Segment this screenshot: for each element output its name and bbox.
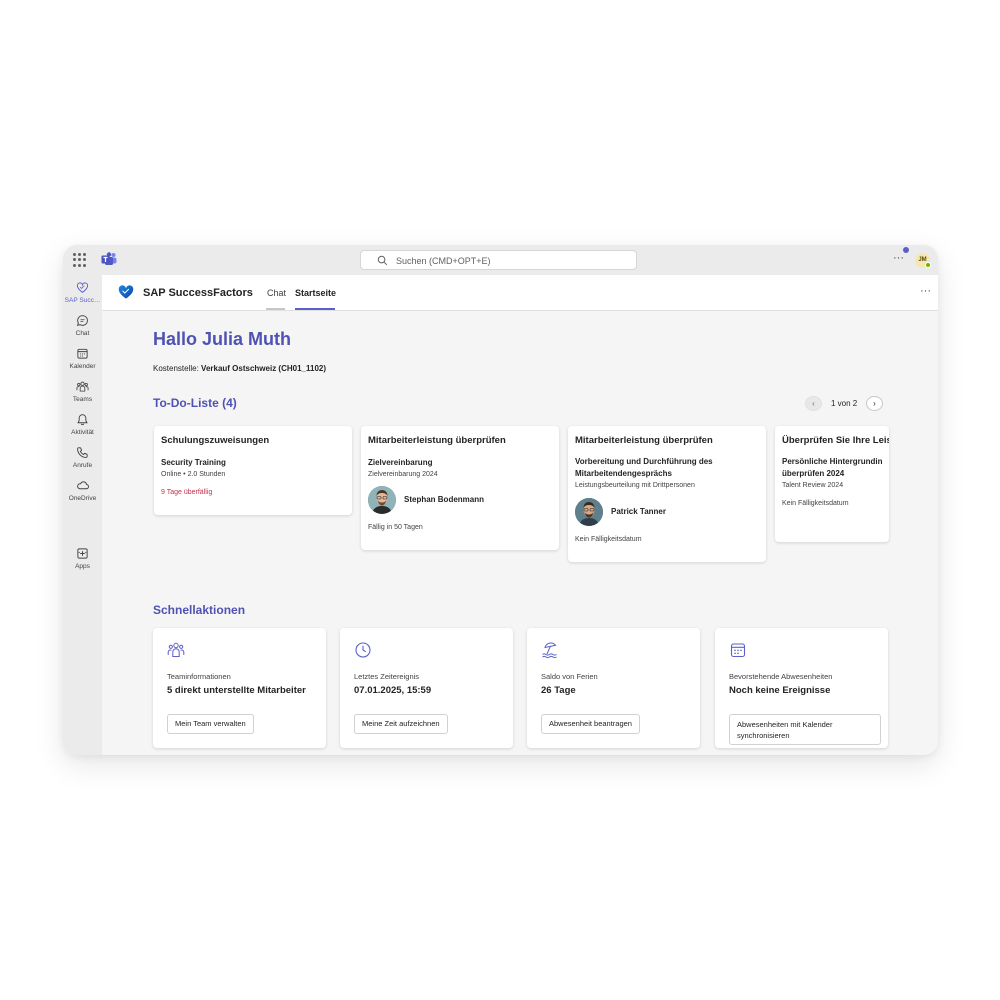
quick-card-vacation: Saldo von Ferien 26 Tage Abwesenheit bea… xyxy=(527,628,700,748)
rail-item-chat[interactable]: Chat xyxy=(63,314,102,337)
more-options-icon[interactable]: ··· xyxy=(920,285,931,297)
tab-active-indicator xyxy=(295,308,335,310)
rail-item-apps[interactable]: Apps xyxy=(63,547,102,570)
todo-card-performance-1[interactable]: Mitarbeiterleistung überprüfen Zielverei… xyxy=(361,426,559,550)
rail-item-sap-successfactors[interactable]: SAP Succ… xyxy=(63,281,102,304)
card-subtitle-line2: Mitarbeitendengesprächs xyxy=(575,469,672,478)
quick-card-label: Bevorstehende Abwesenheiten xyxy=(729,672,833,681)
next-page-button[interactable]: › xyxy=(866,396,883,411)
cost-center-label: Kostenstelle: xyxy=(153,364,199,373)
todo-card-training[interactable]: Schulungszuweisungen Security Training O… xyxy=(154,426,352,515)
rail-item-label: Chat xyxy=(75,330,90,337)
teams-logo-icon xyxy=(101,252,117,265)
card-meta: Zielvereinbarung 2024 xyxy=(368,471,438,478)
search-input[interactable]: Suchen (CMD+OPT+E) xyxy=(360,250,637,270)
request-absence-button[interactable]: Abwesenheit beantragen xyxy=(541,714,640,734)
cost-center: Kostenstelle: Verkauf Ostschweiz (CH01_1… xyxy=(153,364,326,373)
record-time-button[interactable]: Meine Zeit aufzeichnen xyxy=(354,714,448,734)
sync-calendar-button[interactable]: Abwesenheiten mit Kalender synchronisier… xyxy=(729,714,881,745)
add-apps-icon xyxy=(77,548,88,559)
teams-people-icon xyxy=(76,381,89,392)
due-status: Fällig in 50 Tagen xyxy=(368,524,423,531)
tab-chat-indicator xyxy=(266,308,285,310)
quick-card-value: 07.01.2025, 15:59 xyxy=(354,685,432,696)
quick-card-value: Noch keine Ereignisse xyxy=(729,685,831,696)
previous-page-button[interactable]: ‹ xyxy=(805,396,822,411)
todo-section-title: To-Do-Liste (4) xyxy=(153,396,237,410)
search-placeholder: Suchen (CMD+OPT+E) xyxy=(396,256,491,266)
card-subtitle-line1: Persönliche Hintergrundin xyxy=(782,457,883,466)
calendar-icon xyxy=(730,643,746,658)
quick-card-team: Teaminformationen 5 direkt unterstellte … xyxy=(153,628,326,748)
todo-pager: ‹ 1 von 2 › xyxy=(805,396,885,412)
quick-card-time: Letztes Zeitereignis 07.01.2025, 15:59 M… xyxy=(340,628,513,748)
quick-card-value: 5 direkt unterstellte Mitarbeiter xyxy=(167,685,306,696)
search-icon xyxy=(377,255,388,266)
app-rail: SAP Succ… Chat Kalender Teams Aktivität … xyxy=(63,275,102,755)
quick-card-label: Teaminformationen xyxy=(167,672,231,681)
chat-icon xyxy=(77,315,88,326)
heart-icon xyxy=(76,282,89,293)
rail-item-label: OneDrive xyxy=(68,495,97,502)
card-subtitle-line1: Vorbereitung und Durchführung des xyxy=(575,457,713,466)
overdue-status: 9 Tage überfällig xyxy=(161,489,213,496)
clock-icon xyxy=(355,642,371,658)
rail-item-onedrive[interactable]: OneDrive xyxy=(63,479,102,502)
card-subtitle: Zielvereinbarung xyxy=(368,458,433,467)
card-title: Schulungszuweisungen xyxy=(161,435,270,446)
rail-item-label: Anrufe xyxy=(72,462,93,469)
page-title: Hallo Julia Muth xyxy=(153,329,292,349)
avatar xyxy=(368,486,396,514)
rail-item-teams[interactable]: Teams xyxy=(63,380,102,403)
quick-actions-title: Schnellaktionen xyxy=(153,603,246,617)
calendar-icon xyxy=(77,348,88,359)
rail-item-activity[interactable]: Aktivität xyxy=(63,413,102,436)
rail-item-calls[interactable]: Anrufe xyxy=(63,446,102,469)
rail-item-label: Apps xyxy=(75,563,90,570)
due-status: Kein Fälligkeitsdatum xyxy=(575,536,642,543)
title-bar: Suchen (CMD+OPT+E) ··· JM xyxy=(63,245,938,275)
rail-item-label: Kalender xyxy=(69,363,96,370)
beach-umbrella-icon xyxy=(542,642,557,659)
app-header: SAP SuccessFactors Chat Startseite ··· xyxy=(102,275,938,311)
card-meta: Online • 2.0 Stunden xyxy=(161,471,226,478)
card-title: Mitarbeiterleistung überprüfen xyxy=(575,435,713,446)
quick-card-absences: Bevorstehende Abwesenheiten Noch keine E… xyxy=(715,628,888,748)
card-subtitle: Security Training xyxy=(161,458,226,467)
presence-available-icon xyxy=(925,262,931,268)
app-launcher-icon[interactable] xyxy=(73,253,87,267)
todo-card-talent-review[interactable]: Überprüfen Sie Ihre Leis Persönliche Hin… xyxy=(775,426,889,542)
due-status: Kein Fälligkeitsdatum xyxy=(782,500,849,507)
manage-team-button[interactable]: Mein Team verwalten xyxy=(167,714,254,734)
tab-startseite[interactable]: Startseite xyxy=(295,288,336,298)
teams-window: Suchen (CMD+OPT+E) ··· JM SAP Succ… Chat… xyxy=(63,245,938,755)
tab-chat[interactable]: Chat xyxy=(267,288,286,298)
card-meta: Talent Review 2024 xyxy=(782,482,844,489)
phone-icon xyxy=(77,447,88,458)
bell-icon xyxy=(77,414,88,426)
todo-card-performance-2[interactable]: Mitarbeiterleistung überprüfen Vorbereit… xyxy=(568,426,766,562)
app-title: SAP SuccessFactors xyxy=(143,287,253,299)
person-name: Stephan Bodenmann xyxy=(404,495,485,504)
quick-card-value: 26 Tage xyxy=(541,685,576,696)
quick-card-label: Letztes Zeitereignis xyxy=(354,672,420,681)
person-name: Patrick Tanner xyxy=(611,507,666,516)
successfactors-heart-icon xyxy=(118,285,134,299)
quick-card-label: Saldo von Ferien xyxy=(541,672,598,681)
rail-item-calendar[interactable]: Kalender xyxy=(63,347,102,370)
cost-center-value: Verkauf Ostschweiz (CH01_1102) xyxy=(201,364,326,373)
home-content: Hallo Julia Muth Kostenstelle: Verkauf O… xyxy=(102,311,938,755)
card-title: Mitarbeiterleistung überprüfen xyxy=(368,435,506,446)
page-indicator: 1 von 2 xyxy=(831,399,858,408)
cloud-icon xyxy=(77,481,89,490)
more-options-icon[interactable]: ··· xyxy=(893,252,904,264)
team-icon xyxy=(167,642,185,657)
card-subtitle-line2: überprüfen 2024 xyxy=(782,469,845,478)
card-meta: Leistungsbeurteilung mit Drittpersonen xyxy=(575,482,695,489)
card-title: Überprüfen Sie Ihre Leis xyxy=(782,435,889,446)
rail-item-label: Teams xyxy=(72,396,93,403)
rail-item-label: Aktivität xyxy=(71,429,94,436)
avatar xyxy=(575,498,603,526)
rail-item-label: SAP Succ… xyxy=(64,297,101,304)
